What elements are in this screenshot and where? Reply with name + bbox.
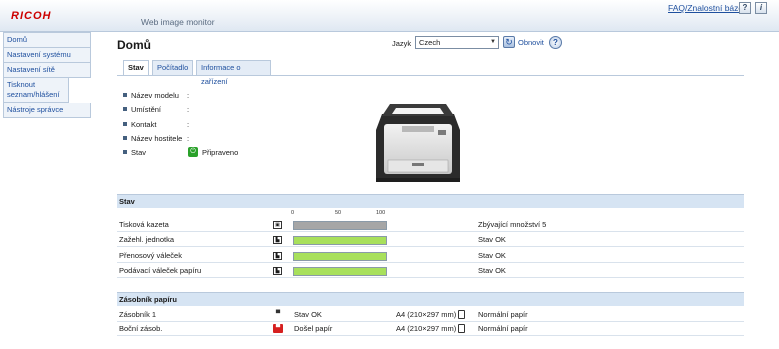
- product-name: Web image monitor: [141, 17, 215, 27]
- paper-type: Normální papír: [478, 324, 528, 333]
- level-bar: [293, 236, 387, 245]
- paper-tray-section-header: Zásobník papíru: [117, 292, 744, 306]
- sidebar-item-print-list[interactable]: Tisknout seznam/hlášení: [3, 78, 69, 103]
- info-model-name: Název modelu :: [123, 91, 189, 101]
- info-label: Název hostitele: [131, 134, 183, 143]
- tab-device-info[interactable]: Informace o zařízení: [196, 60, 271, 86]
- tray-row: Boční zásob. ▀ Došel papír A4 (210×297 m…: [117, 323, 744, 336]
- supply-status: Stav OK: [478, 266, 506, 275]
- refresh-link[interactable]: Obnovit: [518, 38, 544, 47]
- supply-status: Stav OK: [478, 235, 506, 244]
- level-bar-fill: [294, 237, 386, 244]
- toner-icon: ▣: [273, 221, 282, 229]
- sidebar-item-network-settings[interactable]: Nastavení sítě: [3, 63, 91, 78]
- level-bar-fill: [294, 268, 386, 275]
- tray-status: Stav OK: [294, 310, 322, 319]
- info-contact: Kontakt :: [123, 120, 189, 130]
- supply-label: Přenosový váleček: [119, 251, 182, 260]
- level-bar: [293, 221, 387, 230]
- language-select[interactable]: Czech ▼: [415, 36, 499, 49]
- language-label: Jazyk: [392, 39, 412, 48]
- info-location: Umístění :: [123, 105, 189, 115]
- scale-label: 0: [291, 210, 295, 216]
- paper-icon: [458, 310, 465, 319]
- info-icon[interactable]: i: [755, 2, 767, 14]
- supply-row: Zažehl. jednotka ▙ Stav OK: [117, 234, 744, 247]
- language-value: Czech: [419, 38, 441, 47]
- tab-counter[interactable]: Počítadlo: [152, 60, 193, 76]
- supply-row: Tisková kazeta ▣ Zbývající množství 5: [117, 219, 744, 232]
- scale-label: 100: [376, 210, 386, 216]
- info-label: Název modelu: [131, 91, 179, 100]
- info-value: :: [187, 120, 190, 129]
- printer-image: [376, 104, 460, 182]
- tray-status: Došel papír: [294, 324, 333, 333]
- ricoh-logo: RICOH: [11, 10, 52, 22]
- paper-size: A4 (210×297 mm): [396, 324, 457, 333]
- tray-empty-icon: ▀: [273, 324, 283, 333]
- level-bar-fill: [294, 253, 386, 260]
- info-hostname: Název hostitele :: [123, 134, 189, 144]
- chevron-down-icon: ▼: [490, 39, 496, 45]
- level-bar: [293, 252, 387, 261]
- info-value: :: [187, 91, 190, 100]
- tray-status-icon: ▀: [275, 311, 281, 317]
- info-value: :: [187, 134, 190, 143]
- info-label: Stav: [131, 148, 147, 157]
- page-title: Domů: [117, 38, 151, 52]
- header: RICOH Web image monitor FAQ/Znalostní bá…: [0, 0, 779, 32]
- info-value: :: [187, 105, 190, 114]
- level-bar: [293, 267, 387, 276]
- status-section-header: Stav: [117, 194, 744, 208]
- page-help-icon[interactable]: ?: [549, 36, 562, 49]
- bullet-icon: [123, 122, 127, 126]
- info-value: Připraveno: [202, 148, 239, 157]
- supply-label: Podávací váleček papíru: [119, 266, 202, 275]
- info-label: Kontakt: [131, 120, 157, 129]
- supply-status: Stav OK: [478, 251, 506, 260]
- bullet-icon: [123, 107, 127, 111]
- supply-row: Podávací váleček papíru ▙ Stav OK: [117, 265, 744, 278]
- supply-label: Tisková kazeta: [119, 220, 169, 229]
- paper-icon: [458, 324, 465, 333]
- help-icon[interactable]: ?: [739, 2, 751, 14]
- sidebar-item-home[interactable]: Domů: [3, 32, 91, 48]
- paper-size: A4 (210×297 mm): [396, 310, 457, 319]
- sidebar: Domů Nastavení systému Nastavení sítě Ti…: [3, 32, 91, 118]
- bullet-icon: [123, 93, 127, 97]
- scale-label: 50: [335, 210, 342, 216]
- transfer-roller-icon: ▙: [273, 252, 282, 260]
- level-bar-fill: [294, 222, 386, 229]
- tray-label: Boční zásob.: [119, 324, 163, 333]
- info-status: Stav ⏻ Připraveno: [123, 147, 323, 158]
- refresh-icon[interactable]: ↻: [503, 36, 515, 48]
- bullet-icon: [123, 150, 127, 154]
- fuser-icon: ▙: [273, 236, 282, 244]
- tab-status[interactable]: Stav: [123, 60, 149, 76]
- sidebar-item-admin-tools[interactable]: Nástroje správce: [3, 103, 91, 118]
- sidebar-item-system-settings[interactable]: Nastavení systému: [3, 48, 91, 63]
- supply-row: Přenosový váleček ▙ Stav OK: [117, 250, 744, 263]
- paper-type: Normální papír: [478, 310, 528, 319]
- faq-link[interactable]: FAQ/Znalostní báze: [668, 3, 743, 13]
- tab-divider: [117, 75, 744, 76]
- supply-label: Zažehl. jednotka: [119, 235, 175, 244]
- supply-status: Zbývající množství 5: [478, 220, 547, 229]
- tray-label: Zásobník 1: [119, 310, 157, 319]
- info-label: Umístění: [131, 105, 162, 114]
- tray-row: Zásobník 1 ▀ Stav OK A4 (210×297 mm) Nor…: [117, 309, 744, 322]
- bullet-icon: [123, 136, 127, 140]
- feed-roller-icon: ▙: [273, 267, 282, 275]
- ready-status-icon: ⏻: [188, 147, 198, 157]
